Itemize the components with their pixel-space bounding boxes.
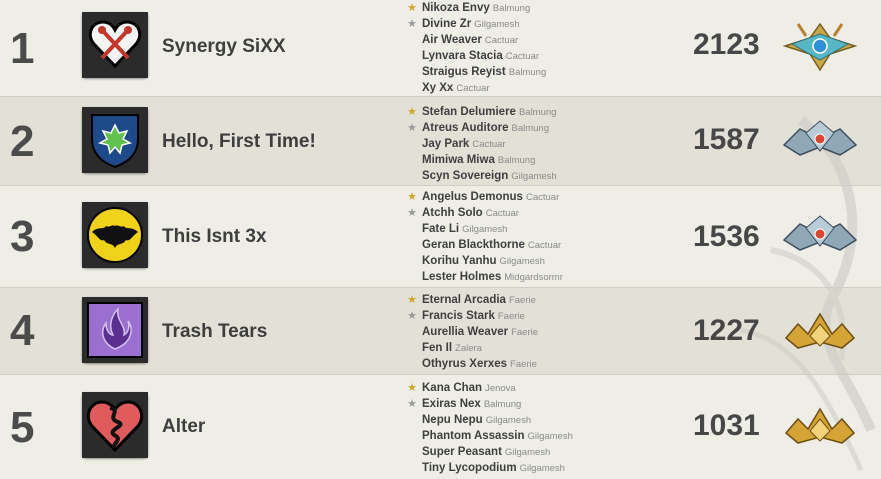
member-entry[interactable]: ★ Divine Zr Gilgamesh: [405, 16, 546, 32]
member-entry[interactable]: ★Mimiwa MiwaBalmung: [405, 152, 557, 168]
member-entry[interactable]: ★Geran BlackthorneCactuar: [405, 237, 563, 253]
subleader-star-icon: ★: [407, 122, 417, 134]
diamond-badge-icon: [782, 120, 858, 156]
rank-number: 1: [10, 24, 35, 73]
leader-star-icon: ★: [407, 2, 417, 14]
member-entry[interactable]: ★Tiny LycopodiumGilgamesh: [405, 460, 573, 476]
diamond-badge-icon: [782, 215, 858, 251]
ranking-row[interactable]: 5 Alter ★ Kana Chan Jenova ★ Exiras Nex Balm…: [0, 375, 881, 479]
score-value: 1536: [693, 220, 760, 253]
member-entry[interactable]: ★ Exiras Nex Balmung: [405, 396, 573, 412]
crystal-winged-badge-icon: [782, 22, 858, 72]
member-list: ★ Eternal Arcadia Faerie ★ Francis Stark Fae…: [405, 292, 538, 372]
member-entry[interactable]: ★Jay ParkCactuar: [405, 136, 557, 152]
member-list: ★ Stefan Delumiere Balmung ★ Atreus Auditor…: [405, 104, 557, 184]
bat-emblem-icon: [82, 202, 148, 268]
score-value: 1031: [693, 409, 760, 442]
team-name[interactable]: Synergy SiXX: [162, 36, 286, 58]
keyblade-heart-icon: [82, 12, 148, 78]
member-entry[interactable]: ★ Francis Stark Faerie: [405, 308, 538, 324]
gold-crown-badge-icon: [784, 312, 856, 349]
member-entry[interactable]: ★ Nikoza Envy Balmung: [405, 0, 546, 16]
score-value: 1227: [693, 314, 760, 347]
member-entry[interactable]: ★ Kana Chan Jenova: [405, 380, 573, 396]
ranking-row[interactable]: 4 Trash Tears ★ Eternal Arcadia Faerie ★ Fr…: [0, 288, 881, 375]
member-entry[interactable]: ★Nepu NepuGilgamesh: [405, 412, 573, 428]
member-entry[interactable]: ★Aurellia WeaverFaerie: [405, 324, 538, 340]
member-entry[interactable]: ★Super PeasantGilgamesh: [405, 444, 573, 460]
member-entry[interactable]: ★Fate LiGilgamesh: [405, 221, 563, 237]
team-name[interactable]: This Isnt 3x: [162, 226, 267, 248]
member-list: ★Kana ChanJenova ★Exiras NexBalmung ★Nep…: [405, 380, 573, 476]
rank-number: 2: [10, 117, 35, 166]
member-entry[interactable]: ★ Angelus Demonus Cactuar: [405, 189, 563, 205]
member-entry[interactable]: ★Korihu YanhuGilgamesh: [405, 253, 563, 269]
ranking-row[interactable]: 2 Hello, First Time! ★ Stefan Delumiere Ba…: [0, 97, 881, 186]
leaf-shield-icon: [82, 107, 148, 173]
member-entry[interactable]: ★Lynvara StaciaCactuar: [405, 48, 546, 64]
team-name[interactable]: Alter: [162, 416, 205, 438]
leader-star-icon: ★: [407, 191, 417, 203]
member-entry[interactable]: ★Scyn SovereignGilgamesh: [405, 168, 557, 184]
member-list: ★ Nikoza Envy Balmung ★ Divine Zr Gilgamesh …: [405, 0, 546, 96]
subleader-star-icon: ★: [407, 310, 417, 322]
member-entry[interactable]: ★ Stefan Delumiere Balmung: [405, 104, 557, 120]
purple-flame-icon: [82, 297, 148, 363]
score-value: 2123: [693, 28, 760, 61]
team-name[interactable]: Hello, First Time!: [162, 131, 316, 153]
member-entry[interactable]: ★Fen IlZalera: [405, 340, 538, 356]
subleader-star-icon: ★: [407, 207, 417, 219]
member-entry[interactable]: ★Lester HolmesMidgardsormr: [405, 269, 563, 285]
rank-number: 5: [10, 403, 35, 452]
member-entry[interactable]: ★Xy XxCactuar: [405, 80, 546, 96]
member-entry[interactable]: ★Air WeaverCactuar: [405, 32, 546, 48]
team-name[interactable]: Trash Tears: [162, 321, 267, 343]
member-list: ★ Angelus Demonus Cactuar ★ Atchh Solo Cactu…: [405, 189, 563, 285]
ranking-row[interactable]: 1 Synergy SiXX ★ Nikoza Envy Balmung ★ Divi…: [0, 0, 881, 97]
rank-number: 4: [10, 306, 35, 355]
leader-star-icon: ★: [407, 294, 417, 306]
member-entry[interactable]: ★ Eternal Arcadia Faerie: [405, 292, 538, 308]
member-entry[interactable]: ★Straigus ReyistBalmung: [405, 64, 546, 80]
member-entry[interactable]: ★Othyrus XerxesFaerie: [405, 356, 538, 372]
serpent-heart-icon: [82, 392, 148, 458]
score-value: 1587: [693, 123, 760, 156]
leader-star-icon: ★: [407, 382, 417, 394]
subleader-star-icon: ★: [407, 18, 417, 30]
ranking-row[interactable]: 3 This Isnt 3x ★ Angelus Demonus Cactuar ★…: [0, 186, 881, 288]
gold-crown-badge-icon: [784, 407, 856, 444]
leader-star-icon: ★: [407, 106, 417, 118]
member-entry[interactable]: ★ Atreus Auditore Balmung: [405, 120, 557, 136]
member-entry[interactable]: ★ Atchh Solo Cactuar: [405, 205, 563, 221]
member-entry[interactable]: ★Phantom AssassinGilgamesh: [405, 428, 573, 444]
subleader-star-icon: ★: [407, 398, 417, 410]
rank-number: 3: [10, 212, 35, 261]
